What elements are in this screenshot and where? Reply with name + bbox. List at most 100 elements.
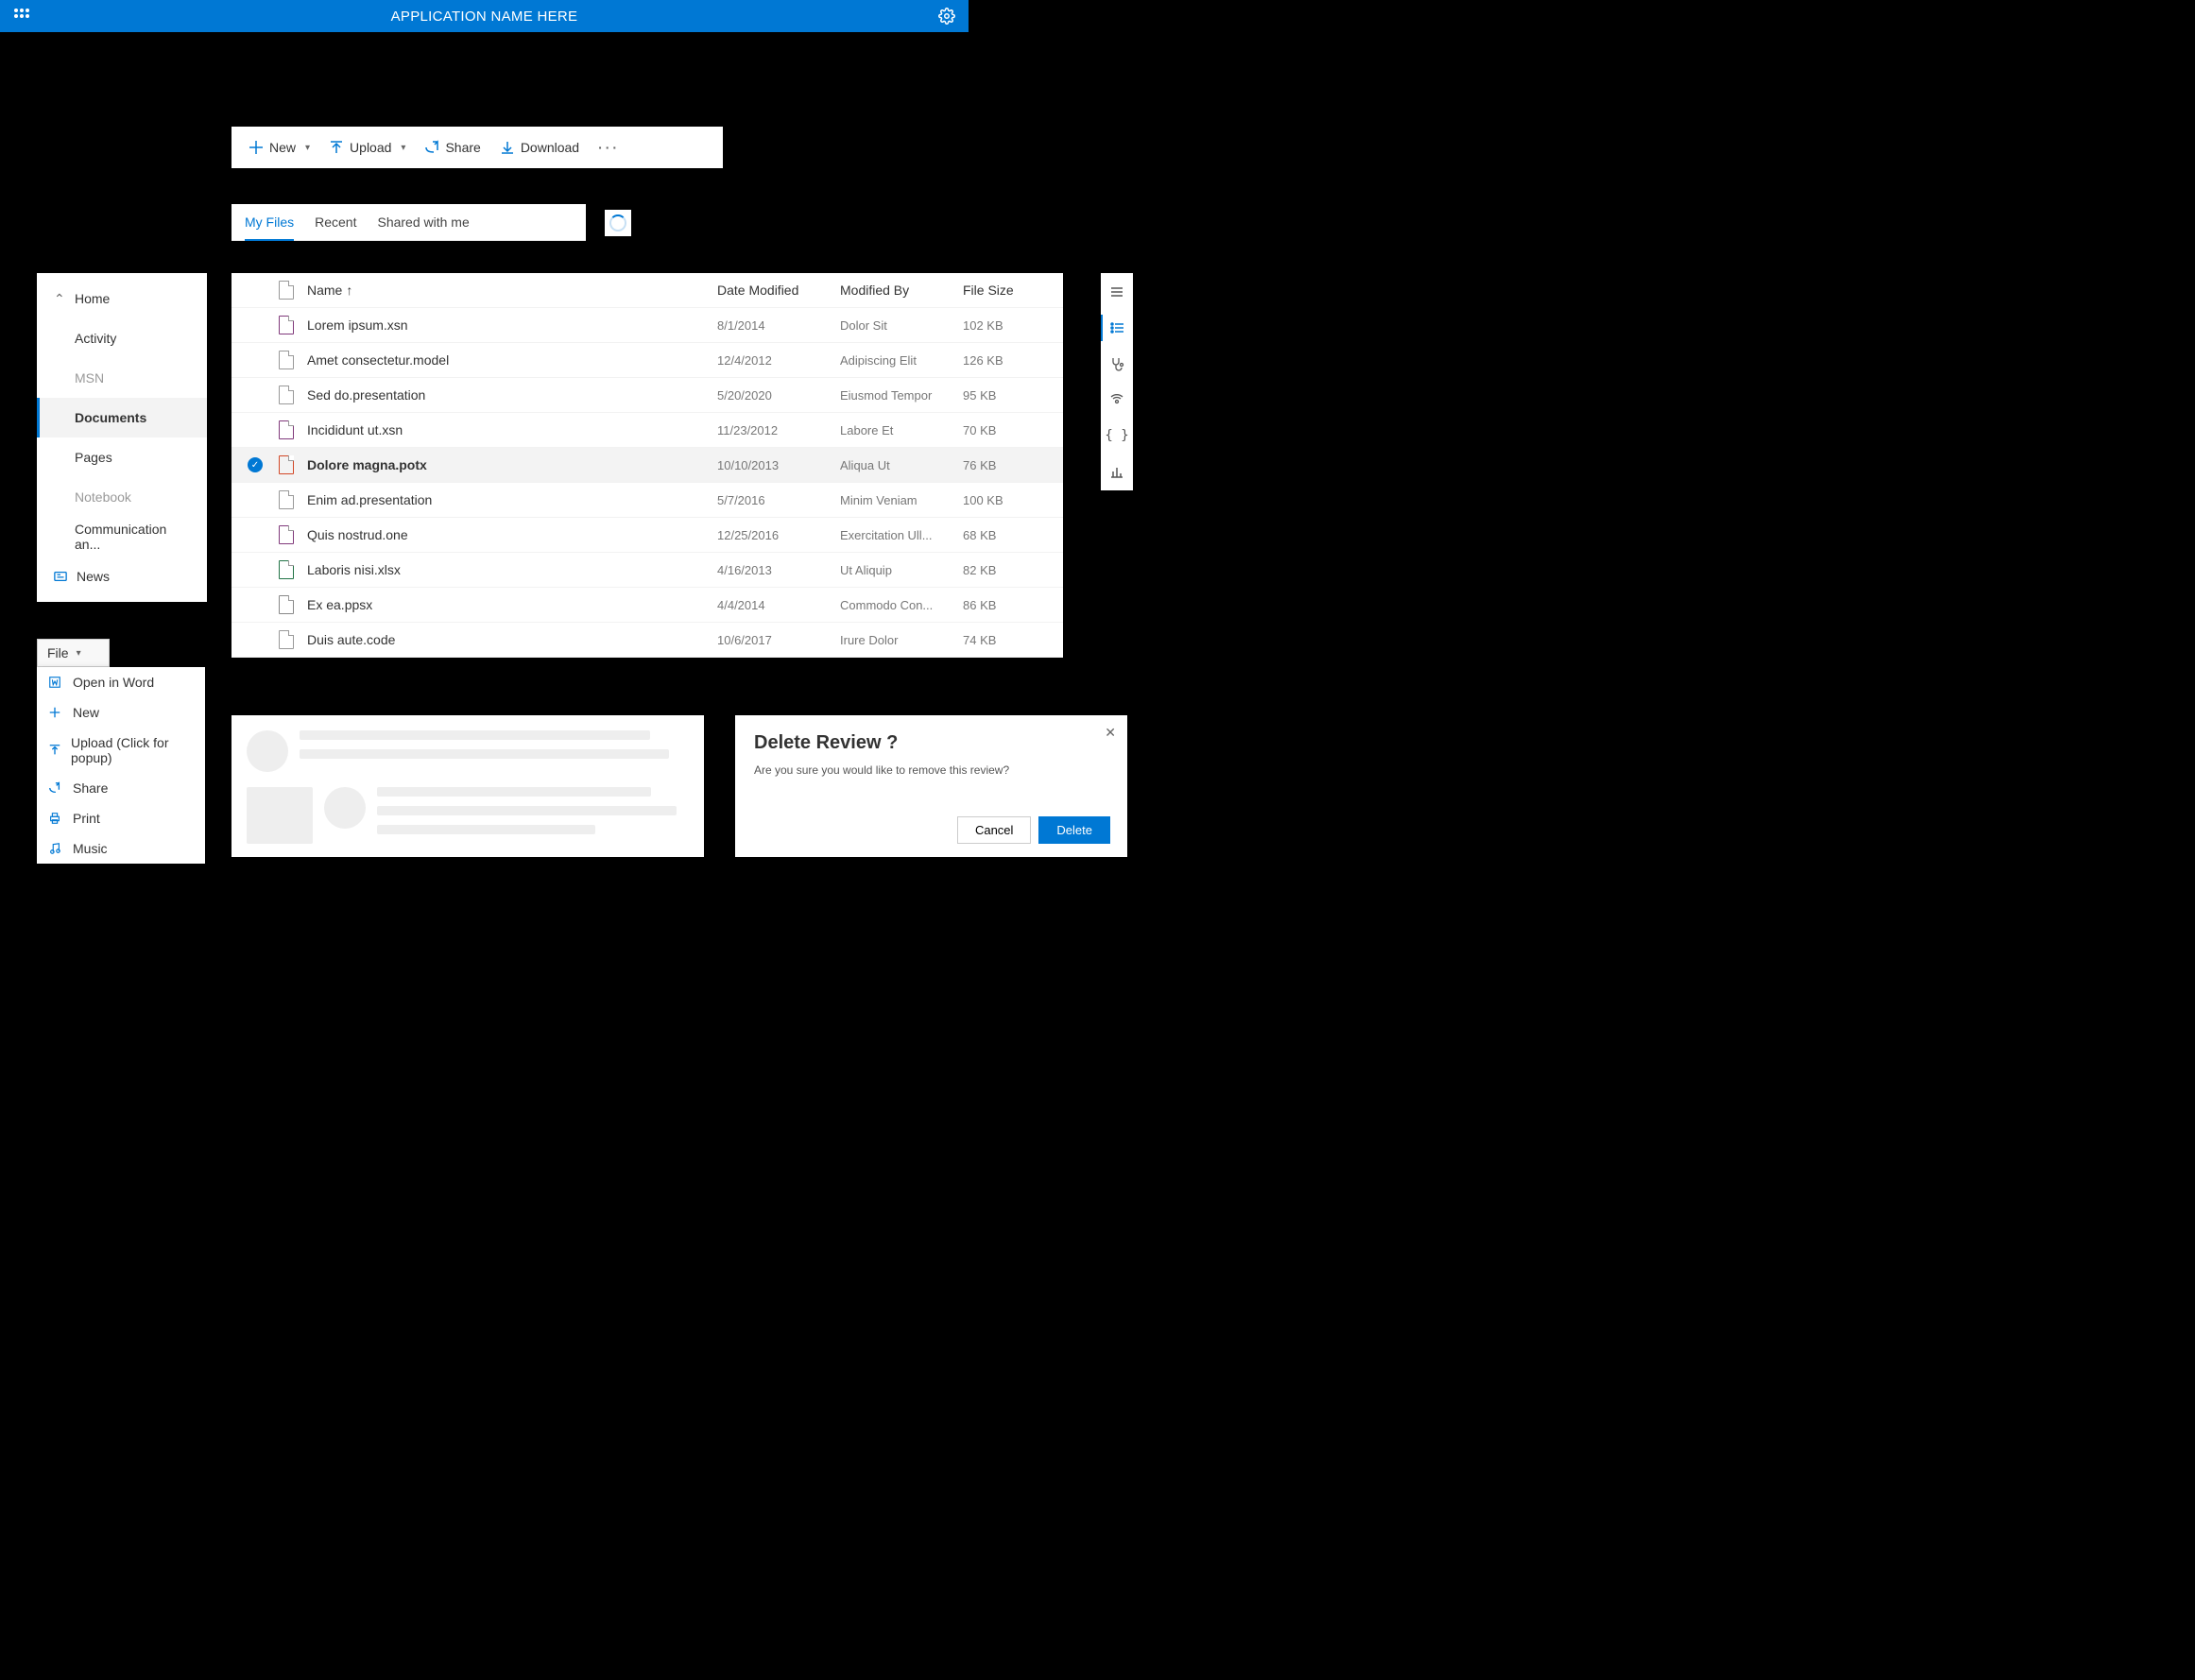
command-bar: New ▾ Upload ▾ Share Download ··· <box>232 127 723 168</box>
file-date: 5/7/2016 <box>717 493 840 507</box>
nav-notebook[interactable]: Notebook <box>37 477 207 517</box>
menu-share[interactable]: Share <box>37 773 205 803</box>
file-name: Enim ad.presentation <box>307 492 717 507</box>
dialog-title: Delete Review ? <box>754 732 1108 754</box>
cancel-button[interactable]: Cancel <box>957 816 1031 844</box>
rail-braces-icon[interactable]: { } <box>1101 422 1133 449</box>
menu-upload[interactable]: Upload (Click for popup) <box>37 728 205 773</box>
table-row[interactable]: Lorem ipsum.xsn8/1/2014Dolor Sit102 KB <box>232 308 1063 343</box>
nav-msn-label: MSN <box>75 370 104 386</box>
rail-list-icon[interactable] <box>1101 315 1133 341</box>
plus-icon <box>249 140 264 155</box>
table-row[interactable]: Enim ad.presentation5/7/2016Minim Veniam… <box>232 483 1063 518</box>
column-file-size[interactable]: File Size <box>963 283 1048 298</box>
table-row[interactable]: Ex ea.ppsx4/4/2014Commodo Con...86 KB <box>232 588 1063 623</box>
new-label: New <box>269 140 296 155</box>
file-type-icon <box>279 595 294 614</box>
nav-activity[interactable]: Activity <box>37 318 207 358</box>
gear-icon[interactable] <box>938 8 955 25</box>
table-row[interactable]: Duis aute.code10/6/2017Irure Dolor74 KB <box>232 623 1063 658</box>
waffle-icon[interactable] <box>13 8 30 25</box>
file-modified-by: Commodo Con... <box>840 598 963 612</box>
file-menu-label: File <box>47 645 69 660</box>
file-menu-button[interactable]: File ▾ <box>37 639 110 667</box>
download-icon <box>500 140 515 155</box>
file-date: 10/6/2017 <box>717 633 840 647</box>
file-name: Laboris nisi.xlsx <box>307 562 717 577</box>
rail-lines-icon[interactable] <box>1101 279 1133 305</box>
menu-open-in-word[interactable]: Open in Word <box>37 667 205 697</box>
table-row[interactable]: Incididunt ut.xsn11/23/2012Labore Et70 K… <box>232 413 1063 448</box>
column-name[interactable]: Name↑ <box>307 283 717 298</box>
chevron-down-icon: ▾ <box>77 648 81 659</box>
menu-music-label: Music <box>73 841 108 856</box>
file-name: Amet consectetur.model <box>307 352 717 368</box>
news-icon <box>54 570 67 583</box>
file-size: 76 KB <box>963 458 1048 472</box>
close-icon[interactable]: ✕ <box>1105 725 1116 741</box>
nav-pages[interactable]: Pages <box>37 437 207 477</box>
upload-icon <box>48 744 61 757</box>
menu-upload-label: Upload (Click for popup) <box>71 735 194 765</box>
check-icon: ✓ <box>248 457 263 472</box>
table-row[interactable]: Sed do.presentation5/20/2020Eiusmod Temp… <box>232 378 1063 413</box>
nav-documents[interactable]: Documents <box>37 398 207 437</box>
delete-button[interactable]: Delete <box>1038 816 1110 844</box>
column-date[interactable]: Date Modified <box>717 283 840 298</box>
file-size: 68 KB <box>963 528 1048 542</box>
more-button[interactable]: ··· <box>591 140 627 155</box>
tab-recent[interactable]: Recent <box>315 204 356 241</box>
file-type-icon <box>279 386 294 404</box>
rail-stethoscope-icon[interactable] <box>1101 351 1133 377</box>
app-title: APPLICATION NAME HERE <box>30 9 938 25</box>
nav-pages-label: Pages <box>75 450 112 465</box>
print-icon <box>48 812 63 825</box>
table-row[interactable]: ✓Dolore magna.potx10/10/2013Aliqua Ut76 … <box>232 448 1063 483</box>
file-size: 70 KB <box>963 423 1048 437</box>
file-name: Ex ea.ppsx <box>307 597 717 612</box>
tabs: My Files Recent Shared with me <box>232 204 586 241</box>
file-size: 95 KB <box>963 388 1048 403</box>
file-modified-by: Exercitation Ull... <box>840 528 963 542</box>
file-modified-by: Labore Et <box>840 423 963 437</box>
file-date: 4/4/2014 <box>717 598 840 612</box>
delete-dialog: ✕ Delete Review ? Are you sure you would… <box>735 715 1127 857</box>
new-button[interactable]: New ▾ <box>241 127 317 168</box>
file-icon-header[interactable] <box>279 281 307 300</box>
word-icon <box>48 676 63 689</box>
file-name: Dolore magna.potx <box>307 457 717 472</box>
rail-radio-icon[interactable] <box>1101 386 1133 413</box>
menu-print[interactable]: Print <box>37 803 205 833</box>
rail-chart-icon[interactable] <box>1101 458 1133 485</box>
table-row[interactable]: Laboris nisi.xlsx4/16/2013Ut Aliquip82 K… <box>232 553 1063 588</box>
nav-news[interactable]: News <box>37 557 207 596</box>
tab-my-files[interactable]: My Files <box>245 204 294 241</box>
file-size: 126 KB <box>963 353 1048 368</box>
share-label: Share <box>445 140 480 155</box>
download-button[interactable]: Download <box>492 127 587 168</box>
column-modified-by[interactable]: Modified By <box>840 283 963 298</box>
file-modified-by: Minim Veniam <box>840 493 963 507</box>
plus-icon <box>48 706 63 719</box>
chevron-down-icon: ▾ <box>305 143 310 153</box>
file-name: Lorem ipsum.xsn <box>307 317 717 333</box>
nav-documents-label: Documents <box>75 410 146 425</box>
table-row[interactable]: Quis nostrud.one12/25/2016Exercitation U… <box>232 518 1063 553</box>
upload-button[interactable]: Upload ▾ <box>321 127 413 168</box>
menu-music[interactable]: Music <box>37 833 205 864</box>
dialog-body: Are you sure you would like to remove th… <box>754 763 1108 777</box>
nav-msn[interactable]: MSN <box>37 358 207 398</box>
file-size: 100 KB <box>963 493 1048 507</box>
share-button[interactable]: Share <box>417 127 488 168</box>
tab-shared[interactable]: Shared with me <box>377 204 469 241</box>
menu-new[interactable]: New <box>37 697 205 728</box>
nav-communication[interactable]: Communication an... <box>37 517 207 557</box>
table-row[interactable]: Amet consectetur.model12/4/2012Adipiscin… <box>232 343 1063 378</box>
nav-home[interactable]: ⌃ Home <box>37 279 207 318</box>
menu-share-label: Share <box>73 780 108 796</box>
file-size: 102 KB <box>963 318 1048 333</box>
download-label: Download <box>521 140 579 155</box>
file-type-icon <box>279 420 294 439</box>
share-icon <box>48 781 63 795</box>
nav-notebook-label: Notebook <box>75 489 131 505</box>
